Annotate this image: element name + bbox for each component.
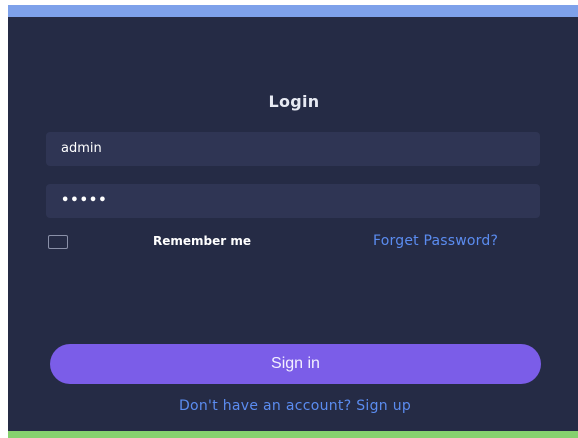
sign-up-link[interactable]: Don't have an account? Sign up (100, 398, 490, 414)
remember-me-checkbox[interactable] (48, 235, 68, 249)
remember-me-label: Remember me (153, 234, 251, 248)
login-title: Login (268, 92, 320, 111)
forgot-password-link[interactable]: Forget Password? (373, 233, 498, 249)
page: Login admin ••••• Remember me Forget Pas… (0, 0, 578, 438)
bottom-accent-bar (8, 431, 578, 438)
password-field[interactable]: ••••• (46, 184, 540, 218)
username-field[interactable]: admin (46, 132, 540, 166)
top-accent-bar (8, 5, 578, 17)
sign-in-button[interactable]: Sign in (50, 344, 541, 384)
